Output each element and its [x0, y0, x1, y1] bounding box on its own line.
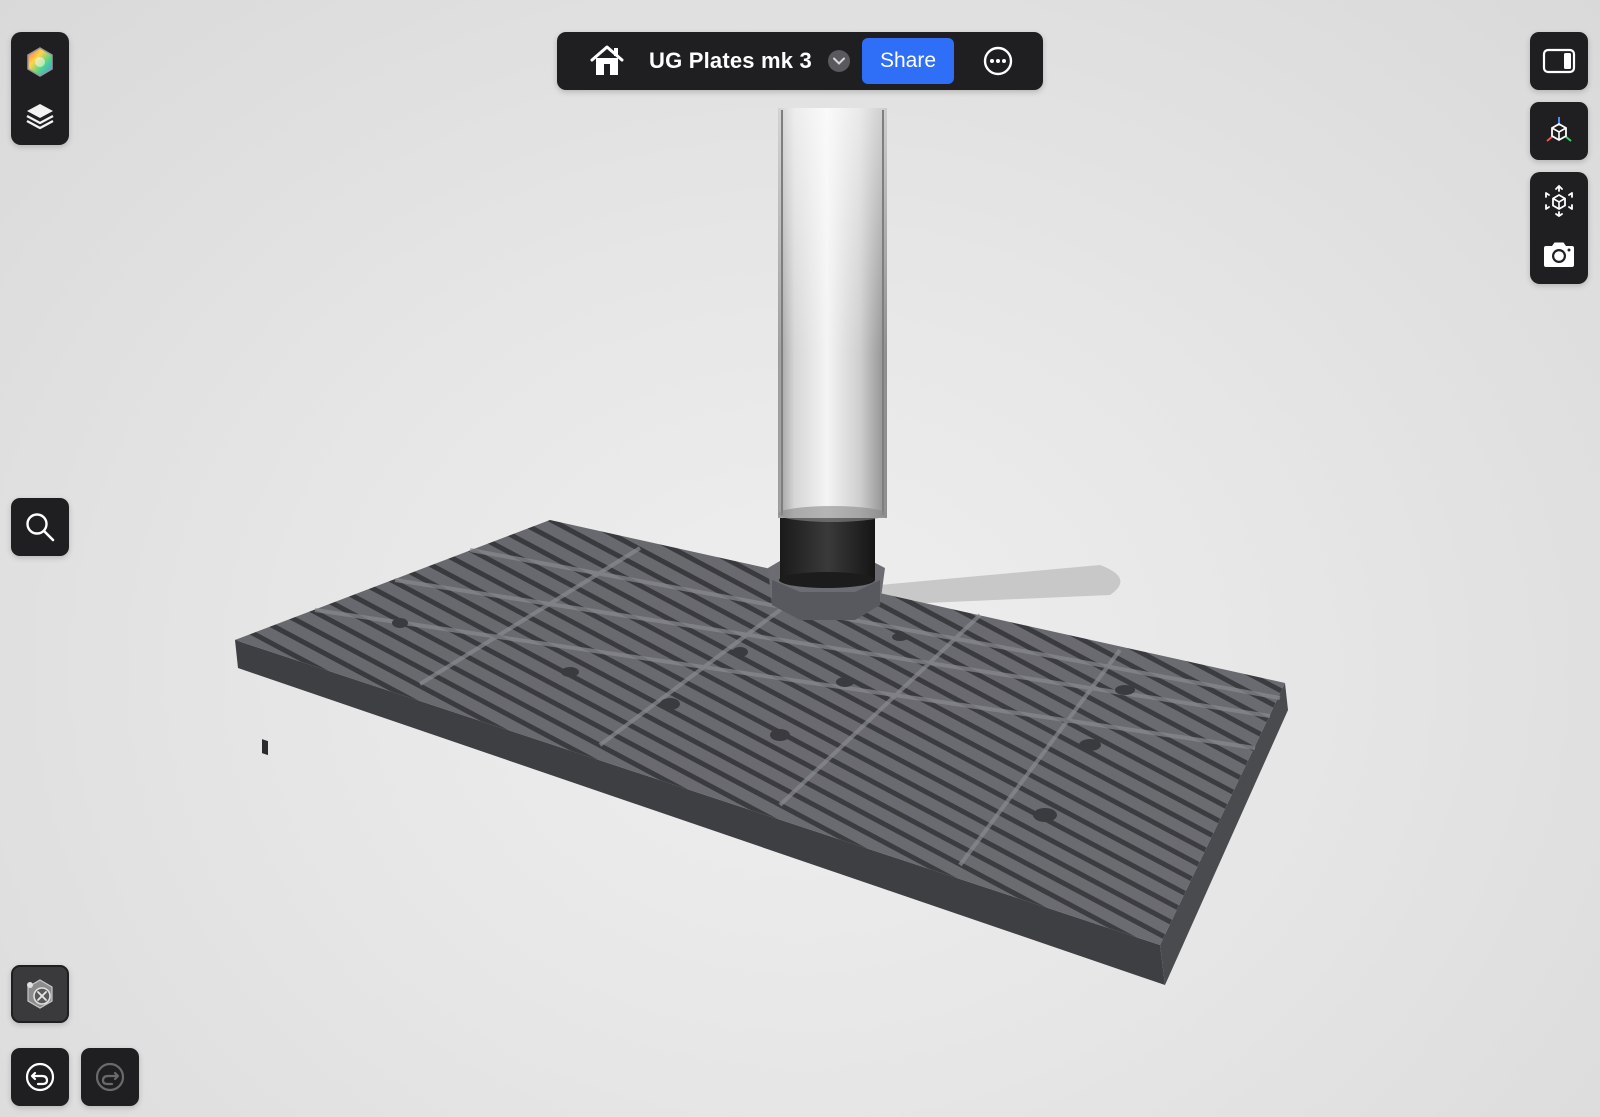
search-button[interactable] — [11, 498, 69, 556]
undo-button[interactable] — [11, 1048, 69, 1106]
title-dropdown-button[interactable] — [828, 50, 850, 72]
share-button[interactable]: Share — [862, 38, 954, 84]
camera-icon — [1544, 242, 1574, 267]
chevron-down-icon — [833, 57, 845, 65]
more-options-button[interactable] — [978, 41, 1018, 81]
undo-icon — [25, 1062, 55, 1092]
layers-button[interactable] — [11, 89, 69, 143]
panel-toggle-icon — [1542, 48, 1576, 74]
more-options-icon — [983, 46, 1013, 76]
screenshot-button[interactable] — [1530, 228, 1588, 282]
color-wheel-icon — [27, 46, 53, 77]
right-view-tool-group — [1530, 172, 1588, 284]
document-toolbar: UG Plates mk 3 Share — [557, 32, 1043, 90]
panel-toggle-button[interactable] — [1530, 32, 1588, 90]
home-button[interactable] — [587, 41, 627, 81]
fit-view-icon — [1545, 184, 1573, 218]
3d-viewport[interactable] — [0, 0, 1600, 1117]
scene-render — [235, 108, 1288, 985]
redo-button[interactable] — [81, 1048, 139, 1106]
search-icon — [26, 513, 55, 542]
fit-view-button[interactable] — [1530, 174, 1588, 228]
hide-object-button[interactable] — [11, 965, 69, 1023]
home-icon — [590, 45, 624, 75]
appearance-button[interactable] — [11, 35, 69, 89]
redo-icon — [95, 1062, 125, 1092]
tube-collar — [780, 513, 875, 580]
axes-cube-icon — [1546, 117, 1572, 142]
plate-front-teeth — [262, 739, 268, 756]
tube-shadow — [880, 565, 1121, 605]
left-tool-group — [11, 32, 69, 145]
document-title[interactable]: UG Plates mk 3 — [649, 48, 812, 74]
hide-object-icon — [27, 979, 53, 1009]
view-axes-button[interactable] — [1530, 102, 1588, 160]
layers-icon — [26, 103, 54, 129]
